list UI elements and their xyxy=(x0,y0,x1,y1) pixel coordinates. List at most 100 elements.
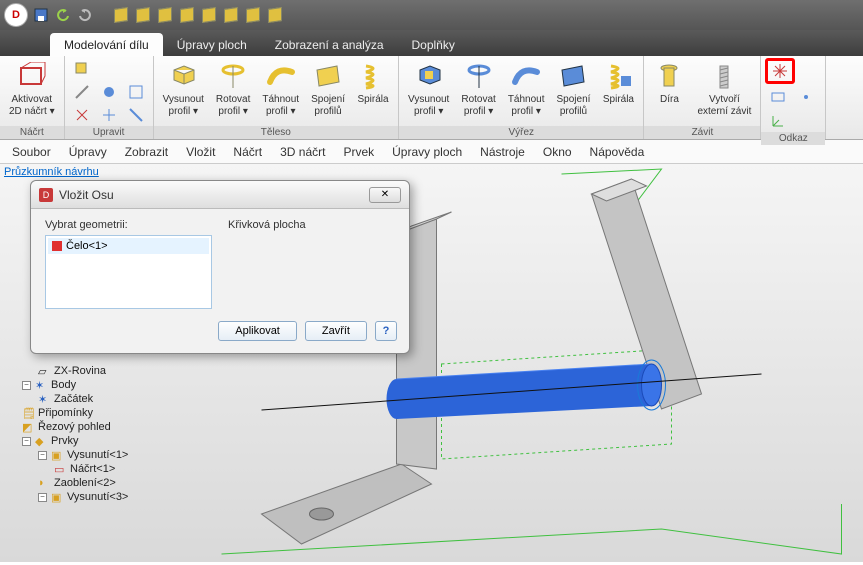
tree-item-prvky[interactable]: −◆Prvky xyxy=(6,434,196,448)
qat-cube-7-icon[interactable] xyxy=(244,6,262,24)
list-item[interactable]: Čelo<1> xyxy=(48,238,209,254)
save-icon[interactable] xyxy=(32,6,50,24)
group-label-zavit: Závit xyxy=(644,126,760,139)
ribbon-group-zavit: Díra Vytvoří externí závit Závit xyxy=(644,56,761,139)
close-button[interactable]: Zavřít xyxy=(305,321,367,341)
odkaz-csys-button[interactable] xyxy=(765,110,791,132)
spojeni-profilu-teleso-button[interactable]: Spojení profilů xyxy=(306,58,350,120)
tab-doplnky[interactable]: Doplňky xyxy=(398,33,469,56)
tahnout-teleso-label: Táhnout profil ▾ xyxy=(262,94,299,117)
edit-tool-7-button[interactable] xyxy=(123,104,149,126)
feature-icon: ◆ xyxy=(35,435,47,447)
spojeni-profilu-vyrez-button[interactable]: Spojení profilů xyxy=(552,58,596,120)
section-icon: ◩ xyxy=(22,421,34,433)
edit-icon-2 xyxy=(74,84,90,100)
odkaz-plane-button[interactable] xyxy=(765,86,791,108)
submenu-vlozit[interactable]: Vložit xyxy=(186,145,215,159)
tree-item-nacrt1[interactable]: ▭Náčrt<1> xyxy=(6,462,196,476)
qat-cube-2-icon[interactable] xyxy=(134,6,152,24)
externi-zavit-button[interactable]: Vytvoří externí závit xyxy=(692,58,756,120)
dialog-app-icon: D xyxy=(39,188,53,202)
revolve-icon xyxy=(217,61,249,93)
dira-button[interactable]: Díra xyxy=(648,58,690,109)
design-tree[interactable]: ▱ZX-Rovina −✶Body ✶Začátek 🗒Připomínky ◩… xyxy=(6,364,196,504)
dialog-titlebar[interactable]: D Vložit Osu ✕ xyxy=(31,181,409,209)
tahnout-profil-teleso-button[interactable]: Táhnout profil ▾ xyxy=(257,58,304,120)
edit-tool-1-button[interactable] xyxy=(69,58,95,80)
odkaz-point-button[interactable] xyxy=(793,86,819,108)
tree-item-vysunuti1[interactable]: −▣Vysunutí<1> xyxy=(6,448,196,462)
aktivovat-2d-nacrt-button[interactable]: Aktivovat 2D náčrt ▾ xyxy=(4,58,60,120)
geometry-select-label: Vybrat geometrii: xyxy=(45,219,212,231)
collapse-icon[interactable]: − xyxy=(38,451,47,460)
qat-cube-6-icon[interactable] xyxy=(222,6,240,24)
odkaz-axis-button[interactable] xyxy=(765,58,795,84)
design-explorer-title[interactable]: Průzkumník návrhu xyxy=(4,166,99,178)
submenu-nastroje[interactable]: Nástroje xyxy=(480,145,525,159)
qat-cube-8-icon[interactable] xyxy=(266,6,284,24)
spojeni-teleso-label: Spojení profilů xyxy=(311,94,345,117)
submenu-nacrt[interactable]: Náčrt xyxy=(233,145,262,159)
qat-cube-5-icon[interactable] xyxy=(200,6,218,24)
submenu-prvek[interactable]: Prvek xyxy=(343,145,374,159)
submenu-soubor[interactable]: Soubor xyxy=(12,145,51,159)
tree-item-zaobleni2[interactable]: ◗Zaoblení<2> xyxy=(6,476,196,490)
edit-tool-2-button[interactable] xyxy=(69,81,95,103)
tree-item-rezovy-pohled[interactable]: ◩Řezový pohled xyxy=(6,420,196,434)
undo-icon[interactable] xyxy=(54,6,72,24)
sweep-icon xyxy=(265,61,297,93)
group-label-upravit: Upravit xyxy=(65,126,153,139)
tree-item-pripominky[interactable]: 🗒Připomínky xyxy=(6,406,196,420)
qat-cube-3-icon[interactable] xyxy=(156,6,174,24)
vysunout-profil-vyrez-button[interactable]: Vysunout profil ▾ xyxy=(403,58,454,120)
tree-item-zx-rovina[interactable]: ▱ZX-Rovina xyxy=(6,364,196,378)
axis-star-icon xyxy=(772,63,788,79)
collapse-icon[interactable]: − xyxy=(22,437,31,446)
edit-tool-4-button[interactable] xyxy=(123,81,149,103)
hole-icon xyxy=(653,61,685,93)
ribbon-group-upravit: Upravit xyxy=(65,56,154,139)
submenu-3dnacrt[interactable]: 3D náčrt xyxy=(280,145,325,159)
geometry-select-listbox[interactable]: Čelo<1> xyxy=(45,235,212,309)
help-button[interactable]: ? xyxy=(375,321,397,341)
edit-tool-5-button[interactable] xyxy=(69,104,95,126)
edit-icon-3 xyxy=(101,84,117,100)
tahnout-vyrez-label: Táhnout profil ▾ xyxy=(508,94,545,117)
dialog-close-icon[interactable]: ✕ xyxy=(369,187,401,203)
qat-cube-4-icon[interactable] xyxy=(178,6,196,24)
tab-modelovani[interactable]: Modelování dílu xyxy=(50,33,163,56)
apply-button[interactable]: Aplikovat xyxy=(218,321,297,341)
rotovat-profil-vyrez-button[interactable]: Rotovat profil ▾ xyxy=(456,58,500,120)
rotovat-profil-teleso-button[interactable]: Rotovat profil ▾ xyxy=(211,58,255,120)
work-area: Průzkumník návrhu ▱ZX-Rovina xyxy=(0,164,863,562)
submenu-upravy-ploch[interactable]: Úpravy ploch xyxy=(392,145,462,159)
tahnout-profil-vyrez-button[interactable]: Táhnout profil ▾ xyxy=(503,58,550,120)
submenu-zobrazit[interactable]: Zobrazit xyxy=(125,145,168,159)
tree-item-zacatek[interactable]: ✶Začátek xyxy=(6,392,196,406)
collapse-icon[interactable]: − xyxy=(38,493,47,502)
tree-item-vysunuti3[interactable]: −▣Vysunutí<3> xyxy=(6,490,196,504)
vysunout-profil-teleso-button[interactable]: Vysunout profil ▾ xyxy=(158,58,209,120)
qat-cube-1-icon[interactable] xyxy=(112,6,130,24)
extrude-icon xyxy=(167,61,199,93)
tab-upravy-ploch[interactable]: Úpravy ploch xyxy=(163,33,261,56)
spirala-vyrez-button[interactable]: Spirála xyxy=(597,58,639,109)
edit-tool-6-button[interactable] xyxy=(96,104,122,126)
redo-icon[interactable] xyxy=(76,6,94,24)
aktivovat-label: Aktivovat 2D náčrt ▾ xyxy=(9,94,55,117)
spirala-teleso-button[interactable]: Spirála xyxy=(352,58,394,109)
rotovat-vyrez-label: Rotovat profil ▾ xyxy=(461,94,495,117)
submenu-upravy[interactable]: Úpravy xyxy=(69,145,107,159)
spojeni-vyrez-label: Spojení profilů xyxy=(557,94,591,117)
collapse-icon[interactable]: − xyxy=(22,381,31,390)
note-icon: 🗒 xyxy=(22,407,34,419)
group-label-odkaz: Odkaz xyxy=(761,132,825,145)
tab-zobrazeni[interactable]: Zobrazení a analýza xyxy=(261,33,398,56)
rotovat-teleso-label: Rotovat profil ▾ xyxy=(216,94,250,117)
submenu-okno[interactable]: Okno xyxy=(543,145,572,159)
cut-revolve-icon xyxy=(463,61,495,93)
submenu-napoveda[interactable]: Nápověda xyxy=(590,145,645,159)
tree-item-body[interactable]: −✶Body xyxy=(6,378,196,392)
edit-tool-3-button[interactable] xyxy=(96,81,122,103)
point-icon xyxy=(798,89,814,105)
